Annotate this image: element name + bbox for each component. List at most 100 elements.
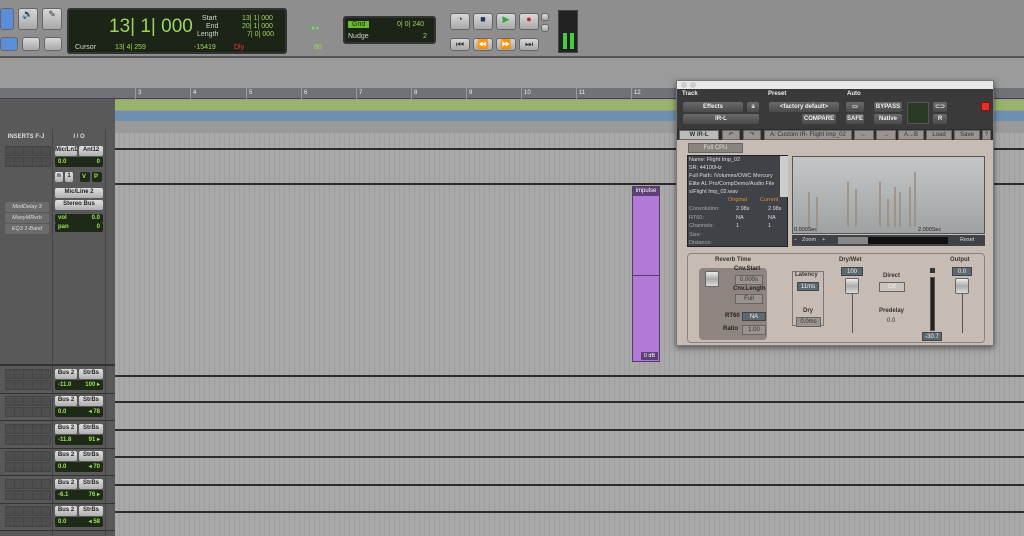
insert-slot[interactable]: ManyMRvrb (5, 213, 49, 223)
volume-pan-display[interactable]: 0.0 ◂ 78 (55, 407, 103, 417)
waves-preset-name[interactable]: A: Custom IR- Flight Imp_02 (764, 130, 852, 140)
volume-pan-display[interactable]: 0.0 0 (55, 157, 103, 167)
send-slot[interactable] (41, 462, 51, 472)
v-button[interactable]: V (80, 172, 90, 182)
side-selector[interactable]: R (933, 114, 947, 124)
channel-number[interactable]: 1 (65, 172, 73, 182)
dry-wet-value[interactable]: 100 (841, 267, 863, 276)
main-counter[interactable]: 13| 1| 000 (109, 16, 193, 38)
send-slot[interactable] (41, 380, 51, 390)
go-to-end-button[interactable]: ⏭ (519, 38, 539, 51)
zoom-out-icon[interactable]: − (794, 237, 797, 243)
prev-preset-icon[interactable]: ← (854, 130, 874, 140)
pan-display[interactable]: pan 0 (55, 223, 103, 232)
reverb-time-fader[interactable] (705, 271, 719, 287)
input-selector[interactable]: Mic/Line 2 (55, 188, 103, 198)
output-selector[interactable]: StrBs (79, 369, 103, 379)
save-button[interactable]: Save (954, 130, 980, 140)
volume-pan-display[interactable]: 0.0 ◂ 58 (55, 517, 103, 527)
output-value[interactable]: 0.0 (952, 267, 972, 276)
zoom-in-icon[interactable]: + (822, 237, 825, 243)
cnv-start-value[interactable]: 0.000s (735, 275, 763, 285)
ab-button[interactable]: A→B (898, 130, 924, 140)
audio-clip[interactable]: impulse 0 dB (632, 186, 660, 362)
input-selector[interactable]: Bus 2 (55, 424, 77, 434)
input-selector[interactable]: Bus 2 (55, 451, 77, 461)
insert-slot[interactable] (41, 369, 51, 379)
send-slot[interactable] (41, 517, 51, 527)
speaker-icon[interactable]: 🔊 (18, 8, 38, 30)
stop-button[interactable]: ■ (473, 13, 493, 30)
shuffle-mode-button[interactable] (0, 37, 18, 51)
output-selector[interactable]: StrBs (79, 506, 103, 516)
plugin-titlebar[interactable] (677, 81, 993, 89)
output-selector[interactable]: StrBs (79, 451, 103, 461)
info-scrollbar[interactable] (780, 156, 788, 197)
insert-slot[interactable] (41, 396, 51, 406)
fast-forward-button[interactable]: ⏩ (496, 38, 516, 51)
volume-display[interactable]: vol 0.0 (55, 214, 103, 223)
zoom-scrollbar[interactable] (838, 237, 948, 244)
dry-value[interactable]: 0.0ms (796, 317, 821, 327)
volume-pan-display[interactable]: -11.8 91 ▸ (55, 435, 103, 445)
rewind-button[interactable]: ⏪ (473, 38, 493, 51)
output-fader[interactable] (955, 278, 969, 294)
insert-slot[interactable] (41, 506, 51, 516)
minimize-button[interactable] (690, 82, 696, 88)
insert-slot[interactable] (41, 424, 51, 434)
insert-slot[interactable]: EQ3 1-Band (5, 224, 49, 234)
output-selector[interactable]: Anl12 (79, 146, 103, 156)
track-name-selector[interactable]: IR-L (683, 114, 759, 124)
auto-settings-icon[interactable]: ▭ (846, 102, 864, 112)
send-slot[interactable] (41, 157, 51, 167)
close-button[interactable] (681, 82, 687, 88)
tempo-value[interactable]: 80 (314, 44, 322, 51)
pencil-icon[interactable]: ✎ (42, 8, 62, 30)
bypass-button[interactable]: BYPASS (874, 102, 902, 112)
output-selector[interactable]: StrBs (79, 424, 103, 434)
redo-icon[interactable]: ↷ (743, 130, 761, 140)
volume-pan-display[interactable]: -6.1 76 ▸ (55, 490, 103, 500)
grabber-tool[interactable] (0, 8, 14, 30)
play-button[interactable]: ▶ (496, 13, 516, 30)
insert-slot[interactable] (41, 451, 51, 461)
send-slot[interactable] (41, 435, 51, 445)
predelay-value[interactable]: 0.0 (887, 318, 895, 324)
compare-button[interactable]: COMPARE (802, 114, 836, 124)
delay-comp-indicator[interactable]: Dly (234, 44, 244, 51)
nudge-value[interactable]: 2 (423, 33, 427, 40)
insert-slot[interactable] (41, 146, 51, 156)
online-button[interactable]: ◔ (450, 13, 470, 30)
full-cpu-button[interactable]: Full CPU (688, 143, 743, 153)
ratio-value[interactable]: 1.00 (742, 325, 766, 335)
end-value[interactable]: 20| 1| 000 (242, 23, 273, 30)
dry-wet-fader[interactable] (845, 278, 859, 294)
input-selector[interactable]: Bus 2 (55, 396, 77, 406)
output-selector[interactable]: StrBs (79, 479, 103, 489)
spot-mode-button[interactable] (22, 37, 40, 51)
insert-slot[interactable]: ModDelay 3 (5, 202, 49, 212)
loop-button[interactable] (541, 13, 549, 21)
next-preset-icon[interactable]: → (876, 130, 896, 140)
load-button[interactable]: Load (926, 130, 952, 140)
length-value[interactable]: 7| 0| 000 (247, 31, 274, 38)
p-button[interactable]: P (92, 172, 102, 182)
plugin-close-icon[interactable] (981, 102, 990, 111)
start-value[interactable]: 13| 1| 000 (242, 15, 273, 22)
slip-mode-button[interactable] (44, 37, 62, 51)
output-selector[interactable]: StrBs (79, 396, 103, 406)
volume-pan-display[interactable]: -11.0 100 ▸ (55, 380, 103, 390)
input-selector[interactable]: Bus 2 (55, 479, 77, 489)
preset-selector[interactable]: <factory default> (769, 102, 839, 112)
grid-value[interactable]: 0| 0| 240 (397, 21, 424, 28)
insert-slot[interactable] (41, 479, 51, 489)
grid-button[interactable]: Grid (348, 21, 370, 28)
cnv-length-value[interactable]: Full (735, 294, 763, 304)
track-type-selector[interactable]: Effects (683, 102, 743, 112)
return-to-zero-button[interactable]: ⏮ (450, 38, 470, 51)
n-button[interactable]: n (55, 172, 63, 182)
output-selector[interactable]: Stereo Bus (55, 200, 103, 210)
send-slot[interactable] (41, 490, 51, 500)
volume-pan-display[interactable]: 0.0 ◂ 70 (55, 462, 103, 472)
native-button[interactable]: Native (874, 114, 902, 124)
